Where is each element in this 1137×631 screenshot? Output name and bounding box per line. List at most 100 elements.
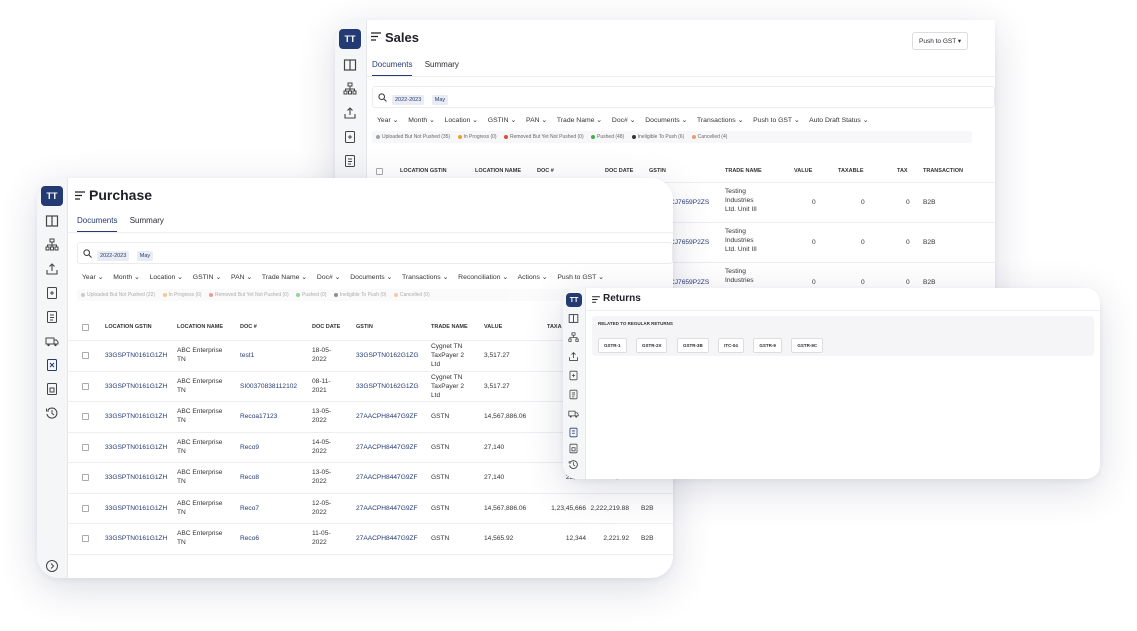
filter-doc[interactable]: Doc# ⌄ bbox=[612, 117, 635, 124]
filter-location[interactable]: Location ⌄ bbox=[445, 117, 478, 124]
upload-tray-icon[interactable] bbox=[568, 351, 579, 362]
legend-removed[interactable]: Removed But Yet Not Pushed (0) bbox=[503, 134, 584, 140]
filter-doc[interactable]: Doc# ⌄ bbox=[317, 274, 340, 281]
gstr-2x-button[interactable]: GSTR-2X bbox=[635, 338, 668, 353]
col-tax[interactable]: TAX bbox=[897, 168, 908, 174]
filter-year[interactable]: Year ⌄ bbox=[82, 274, 103, 281]
col-location-name[interactable]: LOCATION NAME bbox=[475, 168, 521, 174]
location-gstin[interactable]: 33GSPTN0161G1ZH bbox=[105, 382, 167, 391]
invoice-active-icon[interactable] bbox=[45, 358, 59, 372]
year-chip[interactable]: 2022-2023 bbox=[97, 250, 130, 261]
filter-month[interactable]: Month ⌄ bbox=[408, 117, 434, 124]
filter-gstin[interactable]: GSTIN ⌄ bbox=[488, 117, 516, 124]
legend-pushed[interactable]: Pushed (0) bbox=[296, 292, 326, 298]
gstin-link[interactable]: CJ7659P2ZS bbox=[670, 278, 709, 287]
filter-month[interactable]: Month ⌄ bbox=[113, 274, 139, 281]
filter-auto-draft-status[interactable]: Auto Draft Status ⌄ bbox=[809, 117, 868, 124]
filter-push-to-gst[interactable]: Push to GST ⌄ bbox=[557, 274, 603, 281]
gstin-link[interactable]: 27AACPH8447G9ZF bbox=[356, 443, 418, 452]
row-checkbox[interactable] bbox=[82, 504, 89, 512]
tab-summary[interactable]: Summary bbox=[130, 216, 164, 231]
legend-in-progress[interactable]: In Progress (0) bbox=[457, 134, 497, 140]
layout-icon[interactable] bbox=[343, 58, 357, 72]
import-file-icon[interactable] bbox=[343, 130, 357, 144]
doc-number-link[interactable]: test1 bbox=[240, 351, 254, 360]
gstr-9-button[interactable]: GSTR-9 bbox=[753, 338, 782, 353]
filter-pan[interactable]: PAN ⌄ bbox=[231, 274, 252, 281]
filter-documents[interactable]: Documents ⌄ bbox=[350, 274, 392, 281]
col-trade-name[interactable]: TRADE NAME bbox=[431, 324, 468, 330]
purchase-menu-icon[interactable] bbox=[75, 191, 85, 200]
location-gstin[interactable]: 33GSPTN0161G1ZH bbox=[105, 412, 167, 421]
col-gstin[interactable]: GSTIN bbox=[649, 168, 666, 174]
year-chip[interactable]: 2022-2023 bbox=[392, 94, 425, 105]
gstin-link[interactable]: 33GSPTN0162G1ZG bbox=[356, 351, 419, 360]
row-checkbox[interactable] bbox=[82, 535, 89, 542]
col-taxable[interactable]: TAXABLE bbox=[838, 168, 864, 174]
row-checkbox[interactable] bbox=[82, 382, 89, 390]
purchase-search-bar[interactable]: 2022-2023 May bbox=[77, 242, 673, 264]
gstin-link[interactable]: 27AACPH8447G9ZF bbox=[356, 534, 418, 543]
legend-ineligible[interactable]: Ineligible To Push (0) bbox=[333, 292, 386, 298]
row-checkbox[interactable] bbox=[82, 352, 89, 359]
gstr-9c-button[interactable]: GSTR-9C bbox=[791, 338, 824, 353]
filter-trade-name[interactable]: Trade Name ⌄ bbox=[557, 117, 602, 124]
org-tree-icon[interactable] bbox=[45, 238, 59, 252]
import-file-icon[interactable] bbox=[568, 370, 579, 381]
col-value[interactable]: VALUE bbox=[794, 168, 812, 174]
gstin-link[interactable]: 27AACPH8447G9ZF bbox=[356, 504, 418, 513]
tab-summary[interactable]: Summary bbox=[425, 60, 459, 75]
col-location-gstin[interactable]: LOCATION GSTIN bbox=[105, 324, 152, 330]
legend-in-progress[interactable]: In Progress (0) bbox=[162, 292, 202, 298]
legend-removed[interactable]: Removed But Yet Not Pushed (0) bbox=[208, 292, 289, 298]
col-transaction[interactable]: TRANSACTION bbox=[923, 168, 963, 174]
row-checkbox[interactable] bbox=[82, 413, 89, 420]
col-doc-date[interactable]: DOC DATE bbox=[312, 324, 340, 330]
col-doc-date[interactable]: DOC DATE bbox=[605, 168, 633, 174]
legend-cancelled[interactable]: Cancelled (4) bbox=[691, 134, 727, 140]
gstin-link[interactable]: CJ7659P2ZS bbox=[670, 238, 709, 247]
report-icon[interactable] bbox=[45, 382, 59, 396]
location-gstin[interactable]: 33GSPTN0161G1ZH bbox=[105, 473, 167, 482]
sales-menu-icon[interactable] bbox=[371, 32, 381, 41]
filter-pan[interactable]: PAN ⌄ bbox=[526, 117, 547, 124]
col-doc-no[interactable]: DOC # bbox=[537, 168, 554, 174]
location-gstin[interactable]: 33GSPTN0161G1ZH bbox=[105, 443, 167, 452]
document-icon[interactable] bbox=[45, 310, 59, 324]
legend-cancelled[interactable]: Cancelled (0) bbox=[393, 292, 430, 298]
history-icon[interactable] bbox=[45, 406, 59, 420]
filter-actions[interactable]: Actions ⌄ bbox=[518, 274, 548, 281]
document-icon[interactable] bbox=[343, 154, 357, 168]
location-gstin[interactable]: 33GSPTN0161G1ZH bbox=[105, 534, 167, 543]
org-tree-icon[interactable] bbox=[568, 332, 579, 343]
row-checkbox[interactable] bbox=[82, 443, 89, 451]
sales-app-logo[interactable]: TT bbox=[339, 29, 361, 49]
filter-documents[interactable]: Documents ⌄ bbox=[645, 117, 687, 124]
truck-icon[interactable] bbox=[568, 408, 579, 419]
returns-app-logo[interactable]: TT bbox=[566, 293, 582, 307]
filter-gstin[interactable]: GSTIN ⌄ bbox=[193, 274, 221, 281]
layout-icon[interactable] bbox=[568, 313, 579, 324]
doc-number-link[interactable]: Reco8 bbox=[240, 473, 259, 482]
gstr-1-button[interactable]: GSTR-1 bbox=[598, 338, 627, 353]
filter-transactions[interactable]: Transactions ⌄ bbox=[402, 274, 448, 281]
filter-reconciliation[interactable]: Reconciliation ⌄ bbox=[458, 274, 508, 281]
col-trade-name[interactable]: TRADE NAME bbox=[725, 168, 762, 174]
month-chip[interactable]: May bbox=[136, 250, 154, 261]
filter-location[interactable]: Location ⌄ bbox=[150, 274, 183, 281]
sales-push-to-gst-button[interactable]: Push to GST ▾ bbox=[912, 32, 969, 50]
upload-tray-icon[interactable] bbox=[45, 262, 59, 276]
filter-push-to-gst[interactable]: Push to GST ⌄ bbox=[753, 117, 799, 124]
org-tree-icon[interactable] bbox=[343, 82, 357, 96]
gstr-3b-button[interactable]: GSTR-3B bbox=[676, 338, 709, 353]
truck-icon[interactable] bbox=[45, 334, 59, 348]
col-location-name[interactable]: LOCATION NAME bbox=[177, 324, 223, 330]
import-file-icon[interactable] bbox=[45, 286, 59, 300]
legend-ineligible[interactable]: Ineligible To Push (6) bbox=[631, 134, 684, 140]
expand-sidebar-icon[interactable] bbox=[45, 559, 59, 573]
returns-active-icon[interactable] bbox=[568, 427, 579, 438]
location-gstin[interactable]: 33GSPTN0161G1ZH bbox=[105, 504, 167, 513]
doc-number-link[interactable]: Reco7 bbox=[240, 504, 259, 513]
location-gstin[interactable]: 33GSPTN0161G1ZH bbox=[105, 351, 167, 360]
gstin-link[interactable]: CJ7659P2ZS bbox=[670, 198, 709, 207]
